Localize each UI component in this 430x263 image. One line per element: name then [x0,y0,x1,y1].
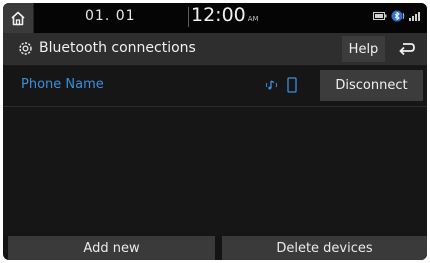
back-arrow-icon [399,43,415,56]
delete-devices-button[interactable]: Delete devices [222,236,427,260]
status-bar: 01. 01 12:00 AM [3,3,427,33]
clock-ampm: AM [247,15,259,23]
disconnect-button[interactable]: Disconnect [320,70,423,101]
battery-icon [373,12,387,20]
title-bar: Bluetooth connections Help [3,33,427,66]
device-name: Phone Name [21,77,104,92]
device-status-icons [265,77,297,93]
home-icon [11,11,25,25]
device-list: Phone Name Disconnect [3,66,427,236]
device-row[interactable]: Phone Name Disconnect [3,66,427,107]
status-icons [373,10,421,22]
status-clock: 12:00 AM [191,4,259,26]
audio-streaming-icon [265,80,278,90]
signal-icon [409,12,420,21]
screen-frame: 01. 01 12:00 AM Bluetooth connections He… [3,3,427,260]
help-button[interactable]: Help [342,36,385,62]
status-date: 01. 01 [85,8,136,24]
bluetooth-connected-icon [391,10,405,22]
home-button[interactable] [3,3,34,33]
gear-icon [19,42,32,55]
clock-time: 12:00 [191,4,246,26]
back-button[interactable] [390,36,424,62]
add-new-button[interactable]: Add new [8,236,215,260]
phone-icon [287,77,297,93]
page-title: Bluetooth connections [39,40,196,56]
clock-divider [188,7,189,27]
